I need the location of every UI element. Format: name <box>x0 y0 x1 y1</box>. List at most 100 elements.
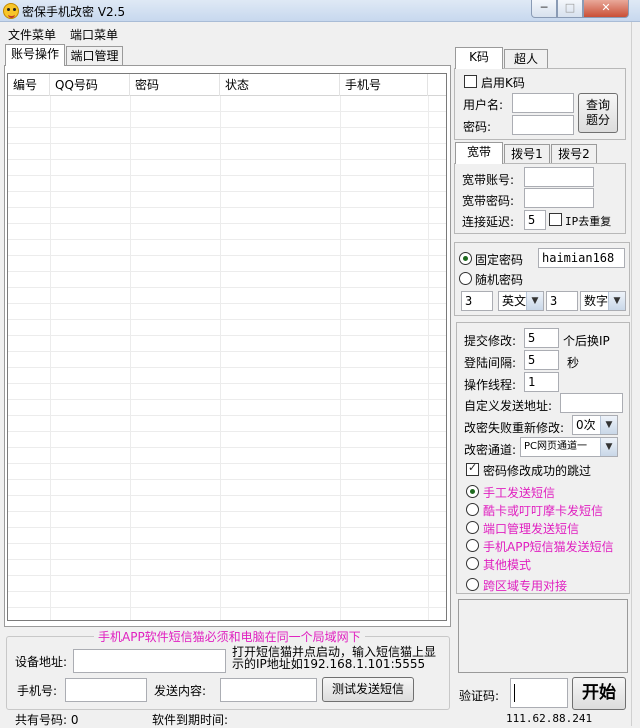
connect-delay-label: 连接延迟: <box>462 215 515 229</box>
sms-option-kuka-label: 酷卡或叮叮摩卡发短信 <box>483 504 604 518</box>
broadband-password-label: 宽带密码: <box>462 194 515 208</box>
col-header-password[interactable]: 密码 <box>130 74 220 96</box>
expiry-status: 软件到期时间: <box>152 713 229 727</box>
fixed-password-radio[interactable] <box>459 252 472 265</box>
connect-delay-input[interactable]: 5 <box>524 210 546 230</box>
skip-success-label: 密码修改成功的跳过 <box>483 464 592 478</box>
chevron-down-icon: ▼ <box>526 292 543 310</box>
query-points-button[interactable]: 查询 题分 <box>578 93 618 133</box>
custom-send-address-input[interactable] <box>560 393 623 413</box>
window-title: 密保手机改密 V2.5 <box>22 5 126 19</box>
app-sms-legend: 手机APP软件短信猫必须和电脑在同一个局域网下 <box>94 628 365 645</box>
col-header-qq[interactable]: QQ号码 <box>50 74 130 96</box>
sms-option-other-radio[interactable] <box>466 557 479 570</box>
captcha-input[interactable] <box>510 678 568 708</box>
col-header-phone[interactable]: 手机号 <box>340 74 428 96</box>
chevron-down-icon: ▼ <box>600 416 617 434</box>
send-content-label: 发送内容: <box>154 684 207 698</box>
broadband-account-label: 宽带账号: <box>462 173 515 187</box>
total-numbers-status: 共有号码: 0 <box>15 713 79 727</box>
custom-send-address-label: 自定义发送地址: <box>464 399 553 413</box>
minimize-button[interactable]: ─ <box>531 0 557 18</box>
maximize-button[interactable]: □ <box>557 0 583 18</box>
sms-option-app-label: 手机APP短信猫发送短信 <box>483 540 614 554</box>
table-col-divider <box>428 96 429 620</box>
sms-option-manual-radio[interactable] <box>466 485 479 498</box>
chevron-down-icon: ▼ <box>600 438 617 456</box>
start-button[interactable]: 开始 <box>572 677 626 710</box>
device-address-label: 设备地址: <box>15 655 68 669</box>
window-right-border <box>631 22 640 726</box>
table-grid <box>8 96 446 620</box>
channel-value: PC网页通道一 <box>524 441 588 452</box>
sms-option-port-radio[interactable] <box>466 521 479 534</box>
tab-dial-1[interactable]: 拨号1 <box>504 144 550 164</box>
text-cursor <box>514 684 515 702</box>
fixed-password-label: 固定密码 <box>475 253 524 267</box>
tab-broadband[interactable]: 宽带 <box>455 142 503 164</box>
skip-success-checkbox[interactable] <box>466 461 479 476</box>
broadband-account-input[interactable] <box>524 167 594 187</box>
table-col-divider <box>130 96 131 620</box>
phone-label: 手机号: <box>17 684 58 698</box>
account-table[interactable]: 编号 QQ号码 密码 状态 手机号 <box>7 73 447 621</box>
random-count-1-input[interactable]: 3 <box>461 291 493 311</box>
tab-account-operations[interactable]: 账号操作 <box>5 44 65 66</box>
ip-status: 111.62.88.241 <box>506 712 593 725</box>
ip-dedupe-label: IP去重复 <box>565 215 612 228</box>
fixed-password-input[interactable]: haimian168 <box>538 248 625 268</box>
table-col-divider <box>340 96 341 620</box>
username-label: 用户名: <box>463 98 504 112</box>
threads-input[interactable]: 1 <box>524 372 559 392</box>
retry-select[interactable]: 0次 ▼ <box>572 415 618 435</box>
channel-select[interactable]: PC网页通道一 ▼ <box>520 437 618 457</box>
random-password-radio[interactable] <box>459 272 472 285</box>
random-type-1-value: 英文 <box>502 294 527 308</box>
retry-label: 改密失败重新修改: <box>464 421 565 435</box>
random-type-1-select[interactable]: 英文 ▼ <box>498 291 544 311</box>
tab-port-management[interactable]: 端口管理 <box>66 46 123 66</box>
captcha-image-area <box>458 599 628 673</box>
enable-k-code-label: 启用K码 <box>481 76 525 90</box>
random-type-2-select[interactable]: 数字 ▼ <box>580 291 626 311</box>
username-input[interactable] <box>512 93 574 113</box>
col-header-status[interactable]: 状态 <box>220 74 340 96</box>
menu-port[interactable]: 端口菜单 <box>70 26 118 43</box>
sms-option-other-label: 其他模式 <box>483 558 532 572</box>
table-col-divider <box>220 96 221 620</box>
tab-k-code[interactable]: K码 <box>455 47 503 69</box>
submit-change-input[interactable]: 5 <box>524 328 559 348</box>
login-interval-input[interactable]: 5 <box>524 350 559 370</box>
k-password-label: 密码: <box>463 120 492 134</box>
sms-option-cross-region-radio[interactable] <box>466 578 479 591</box>
menu-file[interactable]: 文件菜单 <box>8 26 56 43</box>
test-send-sms-button[interactable]: 测试发送短信 <box>322 677 414 702</box>
table-header: 编号 QQ号码 密码 状态 手机号 <box>8 74 446 96</box>
col-header-number[interactable]: 编号 <box>8 74 50 96</box>
sms-option-port-label: 端口管理发送短信 <box>483 522 580 536</box>
sms-option-kuka-radio[interactable] <box>466 503 479 516</box>
login-interval-label: 登陆间隔: <box>464 356 517 370</box>
send-content-input[interactable] <box>220 678 317 702</box>
ip-dedupe-checkbox[interactable] <box>549 213 562 226</box>
tab-superman[interactable]: 超人 <box>504 49 548 69</box>
random-count-2-input[interactable]: 3 <box>546 291 578 311</box>
table-col-divider <box>50 96 51 620</box>
app-sms-hint: 打开短信猫并点启动，输入短信猫上显示的IP地址如192.168.1.101:55… <box>232 645 437 671</box>
broadband-password-input[interactable] <box>524 188 594 208</box>
phone-input[interactable] <box>65 678 147 702</box>
captcha-label: 验证码: <box>459 689 500 703</box>
threads-label: 操作线程: <box>464 378 517 392</box>
random-password-label: 随机密码 <box>475 273 524 287</box>
k-password-input[interactable] <box>512 115 574 135</box>
channel-label: 改密通道: <box>464 443 517 457</box>
login-interval-unit: 秒 <box>567 356 580 370</box>
close-button[interactable]: ✕ <box>583 0 629 18</box>
enable-k-code-checkbox[interactable] <box>464 75 477 88</box>
sms-option-manual-label: 手工发送短信 <box>483 486 556 500</box>
device-address-input[interactable] <box>73 649 226 673</box>
sms-option-app-radio[interactable] <box>466 539 479 552</box>
submit-change-suffix: 个后换IP <box>563 334 610 348</box>
tab-dial-2[interactable]: 拨号2 <box>551 144 597 164</box>
submit-change-label: 提交修改: <box>464 334 517 348</box>
